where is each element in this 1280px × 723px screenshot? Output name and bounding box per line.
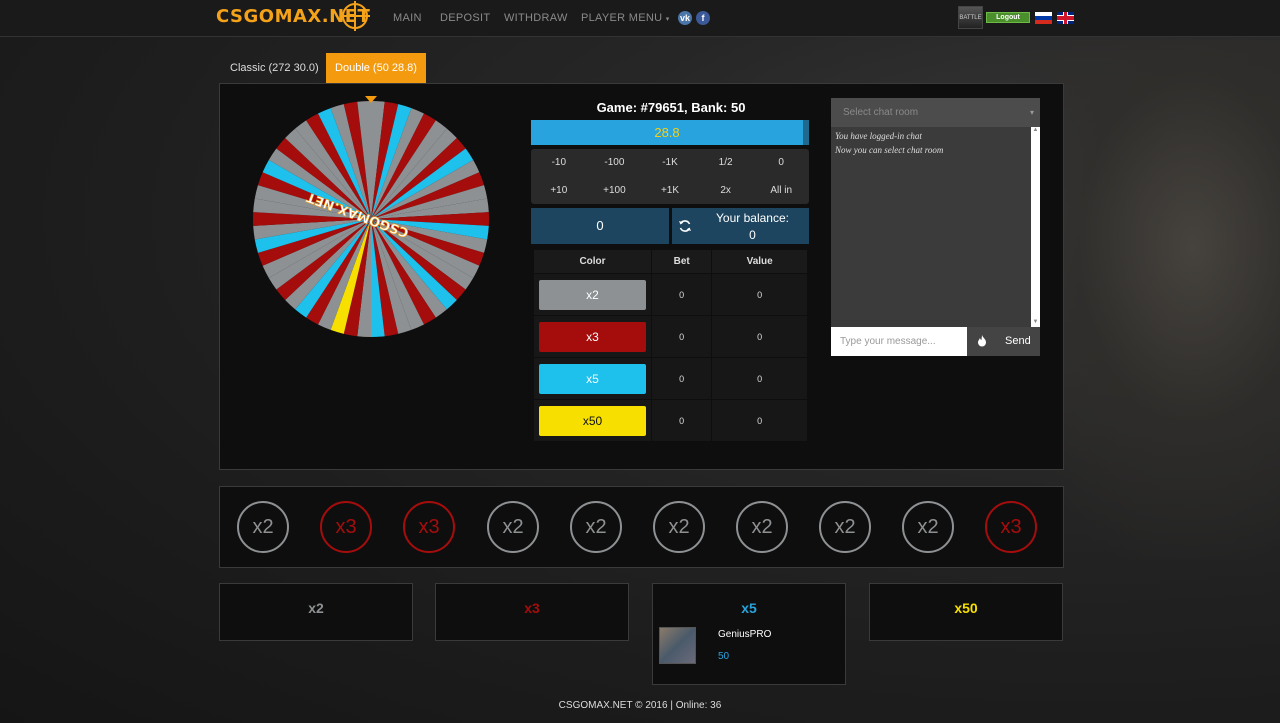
col-color: Color (533, 249, 652, 274)
player-bet-amount: 50 (718, 651, 730, 662)
nav-main[interactable]: MAIN (393, 12, 422, 24)
scroll-up-icon[interactable]: ▲ (1031, 127, 1040, 135)
send-label: Send (1005, 335, 1031, 347)
bet-cell: 0 (650, 273, 713, 316)
amount-plus-1k[interactable]: +1K (642, 177, 698, 205)
scroll-down-icon[interactable]: ▼ (1031, 319, 1040, 327)
table-row: x5 0 0 (533, 357, 808, 400)
history-item: x2 (653, 501, 705, 553)
amount-double[interactable]: 2x (698, 177, 754, 205)
value-cell: 0 (711, 357, 808, 400)
bet-table: Color Bet Value x2 0 0 x3 0 0 x5 0 0 x50… (533, 249, 808, 442)
game-title: Game: #79651, Bank: 50 (596, 100, 746, 115)
amount-buttons: -10 -100 -1K 1/2 0 +10 +100 +1K 2x All i… (531, 149, 809, 204)
bet-cell: 0 (650, 399, 713, 442)
amount-zero[interactable]: 0 (753, 149, 809, 177)
value-cell: 0 (711, 315, 808, 358)
history-item: x3 (403, 501, 455, 553)
chat-panel: Select chat room ▾ You have logged-in ch… (831, 98, 1040, 356)
balance-label: Your balance: (716, 211, 789, 225)
amount-plus-100[interactable]: +100 (587, 177, 643, 205)
table-row: x50 0 0 (533, 399, 808, 442)
nav-withdraw[interactable]: WITHDRAW (504, 12, 568, 24)
user-avatar[interactable]: BATTLE (958, 6, 983, 29)
history-item: x2 (902, 501, 954, 553)
history-item: x3 (985, 501, 1037, 553)
timer-progress-track (803, 120, 809, 145)
fire-icon (978, 335, 986, 347)
history-item: x2 (487, 501, 539, 553)
col-bet: Bet (650, 249, 713, 274)
history-item: x2 (237, 501, 289, 553)
amount-minus-100[interactable]: -100 (587, 149, 643, 177)
refresh-icon[interactable] (678, 219, 692, 233)
bets-panel-title: x50 (954, 600, 978, 616)
history-item: x2 (736, 501, 788, 553)
chat-scrollbar[interactable]: ▲ ▼ (1031, 127, 1040, 327)
wheel-graphic: CSGOMAX.NET (253, 101, 489, 337)
amount-minus-1k[interactable]: -1K (642, 149, 698, 177)
col-value: Value (711, 249, 808, 274)
tab-double[interactable]: Double (50 28.8) (326, 53, 426, 83)
nav-player-menu-label: PLAYER MENU (581, 12, 663, 24)
nav-deposit[interactable]: DEPOSIT (440, 12, 490, 24)
caret-down-icon: ▾ (1029, 108, 1034, 117)
amount-all-in[interactable]: All in (753, 177, 809, 205)
bets-panel-x2: x2 (219, 583, 413, 641)
chat-messages: You have logged-in chat Now you can sele… (831, 127, 1031, 327)
chat-message: You have logged-in chat (835, 131, 922, 141)
facebook-icon[interactable]: f (696, 11, 710, 25)
history-item: x2 (570, 501, 622, 553)
navbar: CSGOMAX.NET MAIN DEPOSIT WITHDRAW PLAYER… (0, 0, 1280, 37)
history-panel: x2 x3 x3 x2 x2 x2 x2 x2 x2 x3 (219, 486, 1064, 568)
bets-panel-title: x2 (308, 600, 324, 616)
player-name[interactable]: GeniusPRO (718, 629, 771, 640)
chat-message-input[interactable]: Type your message... (831, 327, 967, 356)
caret-down-icon: ▾ (665, 16, 670, 23)
balance-box: Your balance: 0 (672, 208, 809, 244)
amount-minus-10[interactable]: -10 (531, 149, 587, 177)
chat-message: Now you can select chat room (835, 145, 944, 155)
bet-x50-button[interactable]: x50 (539, 405, 646, 436)
bet-cell: 0 (650, 357, 713, 400)
russian-flag-icon[interactable] (1035, 12, 1052, 24)
bet-cell: 0 (650, 315, 713, 358)
amount-half[interactable]: 1/2 (698, 149, 754, 177)
footer-badges (577, 719, 637, 723)
logout-button[interactable]: Logout (986, 12, 1030, 23)
chat-room-select[interactable]: Select chat room ▾ (831, 98, 1040, 127)
history-item: x2 (819, 501, 871, 553)
vk-icon[interactable]: vk (678, 11, 692, 25)
history-item: x3 (320, 501, 372, 553)
avatar[interactable] (659, 627, 696, 664)
chat-send-button[interactable]: Send (967, 327, 1040, 356)
table-row: x3 0 0 (533, 315, 808, 358)
footer: CSGOMAX.NET © 2016 | Online: 36 (558, 700, 722, 711)
game-panel: CSGOMAX.NET Game: #79651, Bank: 50 28.8 … (219, 83, 1064, 470)
bets-panel-title: x5 (741, 600, 757, 616)
chat-room-placeholder: Select chat room (843, 107, 919, 118)
tab-classic[interactable]: Classic (272 30.0) (219, 53, 330, 83)
bet-amount-input[interactable]: 0 (531, 208, 669, 244)
nav-player-menu[interactable]: PLAYER MENU ▾ (581, 12, 670, 24)
bets-panel-x50: x50 (869, 583, 1063, 641)
bet-x2-button[interactable]: x2 (539, 279, 646, 310)
crosshair-icon (340, 1, 370, 31)
roulette-wheel: CSGOMAX.NET (251, 95, 491, 340)
timer-progress-bar: 28.8 (531, 120, 803, 145)
bets-panel-title: x3 (524, 600, 540, 616)
uk-flag-icon[interactable] (1057, 12, 1074, 24)
bets-panel-x5: x5 GeniusPRO 50 (652, 583, 846, 685)
balance-value: 0 (749, 228, 756, 242)
bet-table-header: Color Bet Value (533, 249, 808, 274)
value-cell: 0 (711, 399, 808, 442)
wheel-pointer-icon (365, 96, 377, 103)
bet-x5-button[interactable]: x5 (539, 363, 646, 394)
value-cell: 0 (711, 273, 808, 316)
table-row: x2 0 0 (533, 273, 808, 316)
bets-panel-x3: x3 (435, 583, 629, 641)
bet-x3-button[interactable]: x3 (539, 321, 646, 352)
amount-plus-10[interactable]: +10 (531, 177, 587, 205)
